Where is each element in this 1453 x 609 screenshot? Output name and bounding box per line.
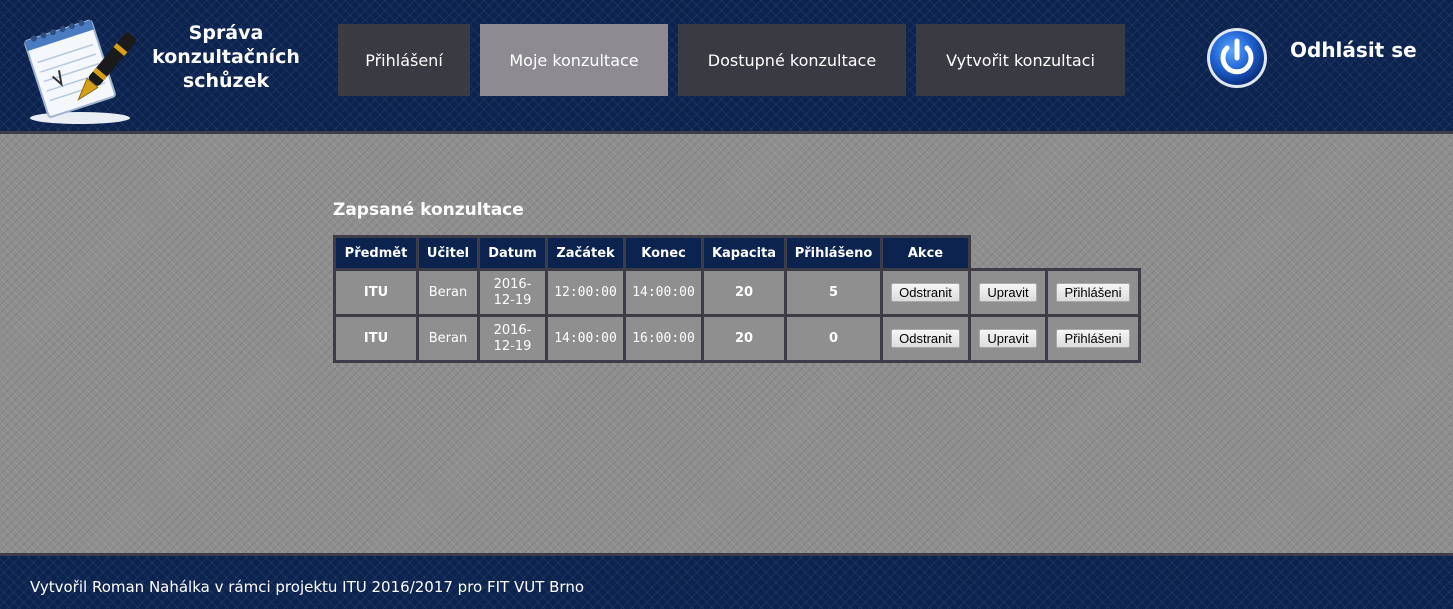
cell-zacatek: 14:00:00 [545, 314, 626, 363]
cell-datum-text: 2016-12-19 [493, 322, 532, 354]
cell-prihlaseno: 0 [784, 314, 883, 363]
column-header: Předmět [333, 235, 419, 271]
header: Správa konzultačních schůzek Přihlášení … [0, 0, 1453, 134]
cell-predmet: ITU [333, 268, 419, 317]
nav-prihlaseni[interactable]: Přihlášení [338, 24, 470, 96]
nav-moje-konzultace[interactable]: Moje konzultace [480, 24, 668, 96]
cell-zacatek: 12:00:00 [545, 268, 626, 317]
footer-text: Vytvořil Roman Nahálka v rámci projektu … [30, 578, 585, 596]
app-title: Správa konzultačních schůzek [152, 22, 300, 92]
signups-button[interactable]: Přihlášeni [1056, 329, 1130, 348]
cell-remove: Odstranit [880, 314, 971, 363]
column-header: Datum [477, 235, 548, 271]
table-header-row: Předmět Učitel Datum Začátek Konec Kapac… [333, 235, 1140, 271]
nav-vytvorit-konzultaci[interactable]: Vytvořit konzultaci [916, 24, 1125, 96]
consultations-table: Předmět Učitel Datum Začátek Konec Kapac… [333, 235, 1141, 363]
cell-remove: Odstranit [880, 268, 971, 317]
remove-button[interactable]: Odstranit [891, 283, 960, 302]
cell-konec: 16:00:00 [623, 314, 704, 363]
column-header: Akce [880, 235, 971, 271]
logout-link[interactable]: Odhlásit se [1290, 38, 1417, 62]
section-title: Zapsané konzultace [333, 200, 524, 220]
column-header: Konec [623, 235, 704, 271]
nav-label: Moje konzultace [509, 50, 639, 70]
signups-button[interactable]: Přihlášeni [1056, 283, 1130, 302]
edit-button[interactable]: Upravit [979, 329, 1037, 348]
cell-kapacita: 20 [701, 268, 787, 317]
header-spacer [970, 237, 1047, 270]
edit-button[interactable]: Upravit [979, 283, 1037, 302]
nav-label: Vytvořit konzultaci [946, 50, 1095, 70]
remove-button[interactable]: Odstranit [891, 329, 960, 348]
cell-datum: 2016-12-19 [477, 314, 548, 363]
cell-ucitel: Beran [416, 314, 480, 363]
nav-dostupne-konzultace[interactable]: Dostupné konzultace [678, 24, 906, 96]
nav-label: Dostupné konzultace [707, 50, 877, 70]
column-header: Učitel [416, 235, 480, 271]
power-icon[interactable] [1205, 27, 1269, 89]
cell-signups: Přihlášeni [1045, 314, 1141, 363]
column-header: Přihlášeno [784, 235, 883, 271]
cell-ucitel: Beran [416, 268, 480, 317]
cell-signups: Přihlášeni [1045, 268, 1141, 317]
table-row: ITU Beran 2016-12-19 14:00:00 16:00:00 2… [333, 314, 1141, 363]
column-header: Kapacita [701, 235, 787, 271]
cell-kapacita: 20 [701, 314, 787, 363]
cell-datum-text: 2016-12-19 [493, 276, 532, 308]
header-spacer [1047, 237, 1140, 270]
cell-edit: Upravit [968, 314, 1048, 363]
cell-predmet: ITU [333, 314, 419, 363]
cell-prihlaseno: 5 [784, 268, 883, 317]
cell-konec: 14:00:00 [623, 268, 704, 317]
cell-datum: 2016-12-19 [477, 268, 548, 317]
notepad-pen-icon [24, 19, 137, 124]
nav-label: Přihlášení [365, 50, 443, 70]
footer: Vytvořil Roman Nahálka v rámci projektu … [0, 553, 1453, 609]
column-header: Začátek [545, 235, 626, 271]
table-row: ITU Beran 2016-12-19 12:00:00 14:00:00 2… [333, 268, 1141, 317]
cell-edit: Upravit [968, 268, 1048, 317]
